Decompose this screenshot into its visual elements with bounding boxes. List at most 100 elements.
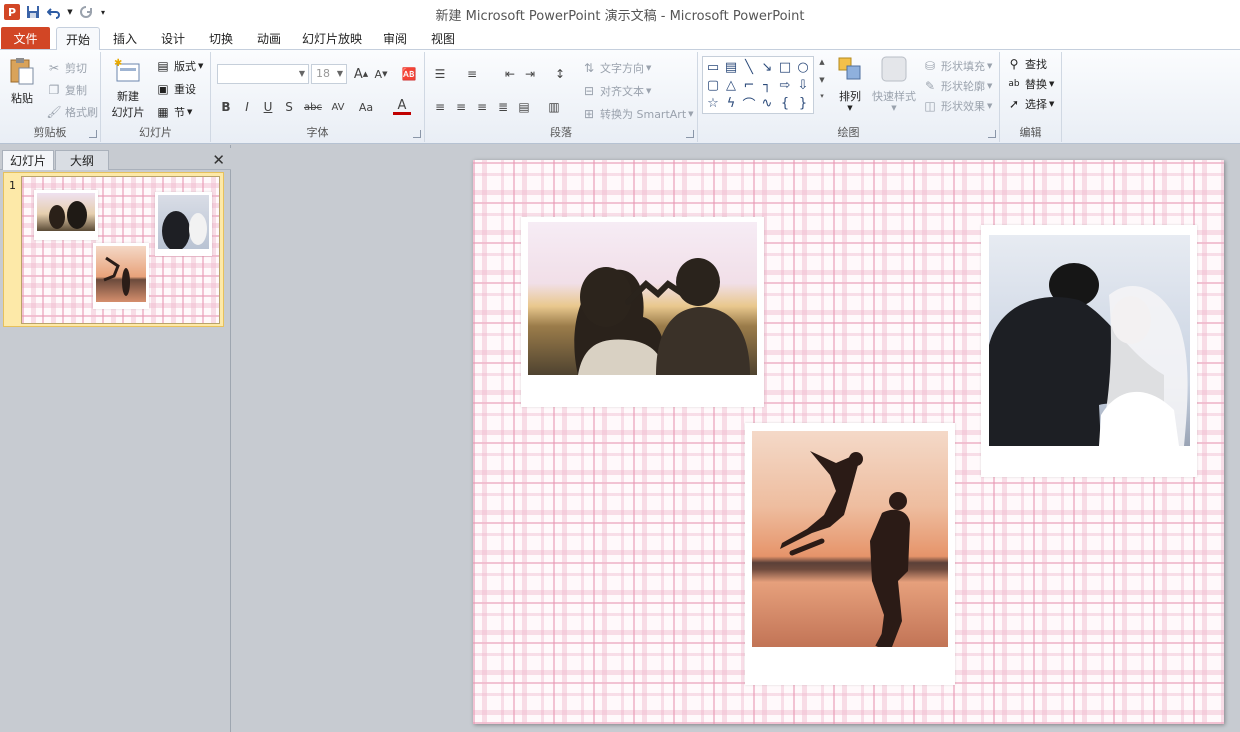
down-arrow-shape-icon[interactable]: ⇩	[795, 77, 811, 93]
bold-button[interactable]: B	[217, 98, 235, 116]
font-launcher-icon[interactable]	[413, 130, 421, 138]
quick-styles-button[interactable]: 快速样式 ▼	[870, 54, 918, 112]
paint-bucket-icon: ⛁	[924, 59, 936, 73]
right-arrow-shape-icon[interactable]: ⇨	[777, 77, 793, 93]
shadow-button[interactable]: S	[280, 98, 298, 116]
char-spacing-button[interactable]: AV	[327, 98, 349, 116]
chevron-down-icon: ▼	[891, 104, 897, 112]
shapes-scroll[interactable]: ▲ ▼ ▾	[817, 58, 827, 112]
chevron-up-icon: ▲	[819, 58, 825, 66]
shape-effects-button[interactable]: ◫ 形状效果 ▼	[922, 98, 992, 114]
copy-button[interactable]: ❐ 复制	[46, 82, 87, 98]
new-slide-button[interactable]: ✱ 新建 幻灯片	[107, 56, 149, 120]
align-center-icon[interactable]: ≡	[452, 98, 470, 116]
photo-frame-2[interactable]	[981, 225, 1197, 477]
vertical-textbox-shape-icon[interactable]: ▤	[723, 59, 739, 75]
change-case-button[interactable]: Aa	[355, 98, 377, 116]
italic-button[interactable]: I	[238, 98, 256, 116]
arrange-button[interactable]: 排列 ▼	[835, 54, 865, 112]
clear-format-icon[interactable]: 🆎	[400, 65, 418, 83]
tab-transitions[interactable]: 切换	[200, 27, 242, 50]
curve-shape-icon[interactable]: ∿	[759, 95, 775, 111]
underline-button[interactable]: U	[259, 98, 277, 116]
star-shape-icon[interactable]: ☆	[705, 95, 721, 111]
convert-smartart-button[interactable]: ⊞ 转换为 SmartArt ▼	[581, 106, 694, 122]
slides-group-label: 幻灯片	[139, 126, 172, 139]
align-left-icon[interactable]: ≡	[431, 98, 449, 116]
right-brace-shape-icon[interactable]: }	[795, 95, 811, 111]
increase-indent-icon[interactable]: ⇥	[521, 65, 539, 83]
layout-icon: ▤	[157, 59, 169, 73]
align-right-icon[interactable]: ≡	[473, 98, 491, 116]
strikethrough-button[interactable]: abc	[302, 98, 324, 116]
oval-shape-icon[interactable]: ○	[795, 59, 811, 75]
rounded-rect-shape-icon[interactable]: ▢	[705, 77, 721, 93]
chevron-down-icon: ▼	[847, 104, 853, 112]
align-text-button[interactable]: ⊟ 对齐文本 ▼	[581, 83, 651, 99]
drawing-launcher-icon[interactable]	[988, 130, 996, 138]
slide-thumbnail-item[interactable]: 1	[3, 172, 224, 327]
layout-button[interactable]: ▤ 版式 ▼	[155, 58, 203, 74]
tab-home[interactable]: 开始	[56, 27, 100, 50]
justify-icon[interactable]: ≣	[494, 98, 512, 116]
select-button[interactable]: ➚ 选择 ▼	[1006, 96, 1054, 112]
tab-insert[interactable]: 插入	[104, 27, 146, 50]
slide-canvas[interactable]	[473, 160, 1224, 724]
tab-slides[interactable]: 幻灯片	[2, 150, 54, 170]
align-text-label: 对齐文本	[600, 85, 644, 98]
section-button[interactable]: ▦ 节 ▼	[155, 104, 192, 120]
font-name-combo[interactable]: ▼	[217, 64, 309, 84]
distribute-icon[interactable]: ▤	[515, 98, 533, 116]
textbox-shape-icon[interactable]: ▭	[705, 59, 721, 75]
numbering-icon[interactable]: ≡	[463, 65, 481, 83]
find-button[interactable]: ⚲ 查找	[1006, 56, 1047, 72]
reset-label: 重设	[174, 83, 196, 96]
font-color-button[interactable]: A	[393, 98, 411, 115]
columns-icon[interactable]: ▥	[545, 98, 563, 116]
clipboard-launcher-icon[interactable]	[89, 130, 97, 138]
lightning-shape-icon[interactable]: ϟ	[723, 95, 739, 111]
grow-font-button[interactable]: A ▲	[352, 65, 370, 83]
line-spacing-icon[interactable]: ↕	[551, 65, 569, 83]
line-shape-icon[interactable]: ╲	[741, 59, 757, 75]
shapes-gallery[interactable]: ▭ ▤ ╲ ↘ □ ○ ▢ △ ⌐ ┐ ⇨ ⇩ ☆ ϟ ⌒ ∿ { }	[702, 56, 814, 114]
shrink-font-button[interactable]: A ▼	[372, 65, 390, 83]
decrease-indent-icon[interactable]: ⇤	[501, 65, 519, 83]
cut-button[interactable]: ✂ 剪切	[46, 60, 87, 76]
elbow-arrow-shape-icon[interactable]: ┐	[759, 77, 775, 93]
replace-button[interactable]: ab 替换 ▼	[1006, 76, 1054, 92]
quick-styles-icon	[879, 54, 909, 84]
thumb-photo-3	[93, 243, 149, 309]
tab-slideshow[interactable]: 幻灯片放映	[296, 27, 368, 50]
editing-group-label: 编辑	[1019, 126, 1042, 139]
bullets-icon[interactable]: ☰	[431, 65, 449, 83]
elbow-connector-shape-icon[interactable]: ⌐	[741, 77, 757, 93]
format-painter-button[interactable]: 🖌 格式刷	[46, 104, 98, 120]
tab-review[interactable]: 审阅	[374, 27, 416, 50]
photo-frame-3[interactable]	[745, 423, 955, 685]
copy-label: 复制	[65, 84, 87, 97]
tab-animations[interactable]: 动画	[248, 27, 290, 50]
photo-frame-1[interactable]	[521, 217, 764, 407]
arrange-label: 排列	[839, 90, 861, 103]
thumb-photo-1-image	[37, 193, 95, 231]
rectangle-shape-icon[interactable]: □	[777, 59, 793, 75]
text-direction-button[interactable]: ⇅ 文字方向 ▼	[581, 60, 651, 76]
tab-outline[interactable]: 大纲	[55, 150, 109, 170]
arc-shape-icon[interactable]: ⌒	[741, 95, 757, 113]
tab-design[interactable]: 设计	[152, 27, 194, 50]
left-brace-shape-icon[interactable]: {	[777, 95, 793, 111]
drawing-group: ▭ ▤ ╲ ↘ □ ○ ▢ △ ⌐ ┐ ⇨ ⇩ ☆ ϟ ⌒ ∿ { } ▲ ▼ ▾ …	[698, 52, 1000, 142]
tab-file[interactable]: 文件	[1, 27, 50, 49]
paragraph-launcher-icon[interactable]	[686, 130, 694, 138]
triangle-shape-icon[interactable]: △	[723, 77, 739, 93]
close-icon[interactable]: ✕	[212, 151, 225, 169]
shape-outline-button[interactable]: ✎ 形状轮廓 ▼	[922, 78, 992, 94]
shape-fill-button[interactable]: ⛁ 形状填充 ▼	[922, 58, 992, 74]
replace-label: 替换	[1025, 78, 1047, 91]
arrow-line-shape-icon[interactable]: ↘	[759, 59, 775, 75]
tab-view[interactable]: 视图	[422, 27, 464, 50]
paste-button[interactable]: 粘贴	[6, 56, 38, 106]
reset-button[interactable]: ▣ 重设	[155, 81, 196, 97]
font-size-combo[interactable]: 18 ▼	[311, 64, 347, 84]
